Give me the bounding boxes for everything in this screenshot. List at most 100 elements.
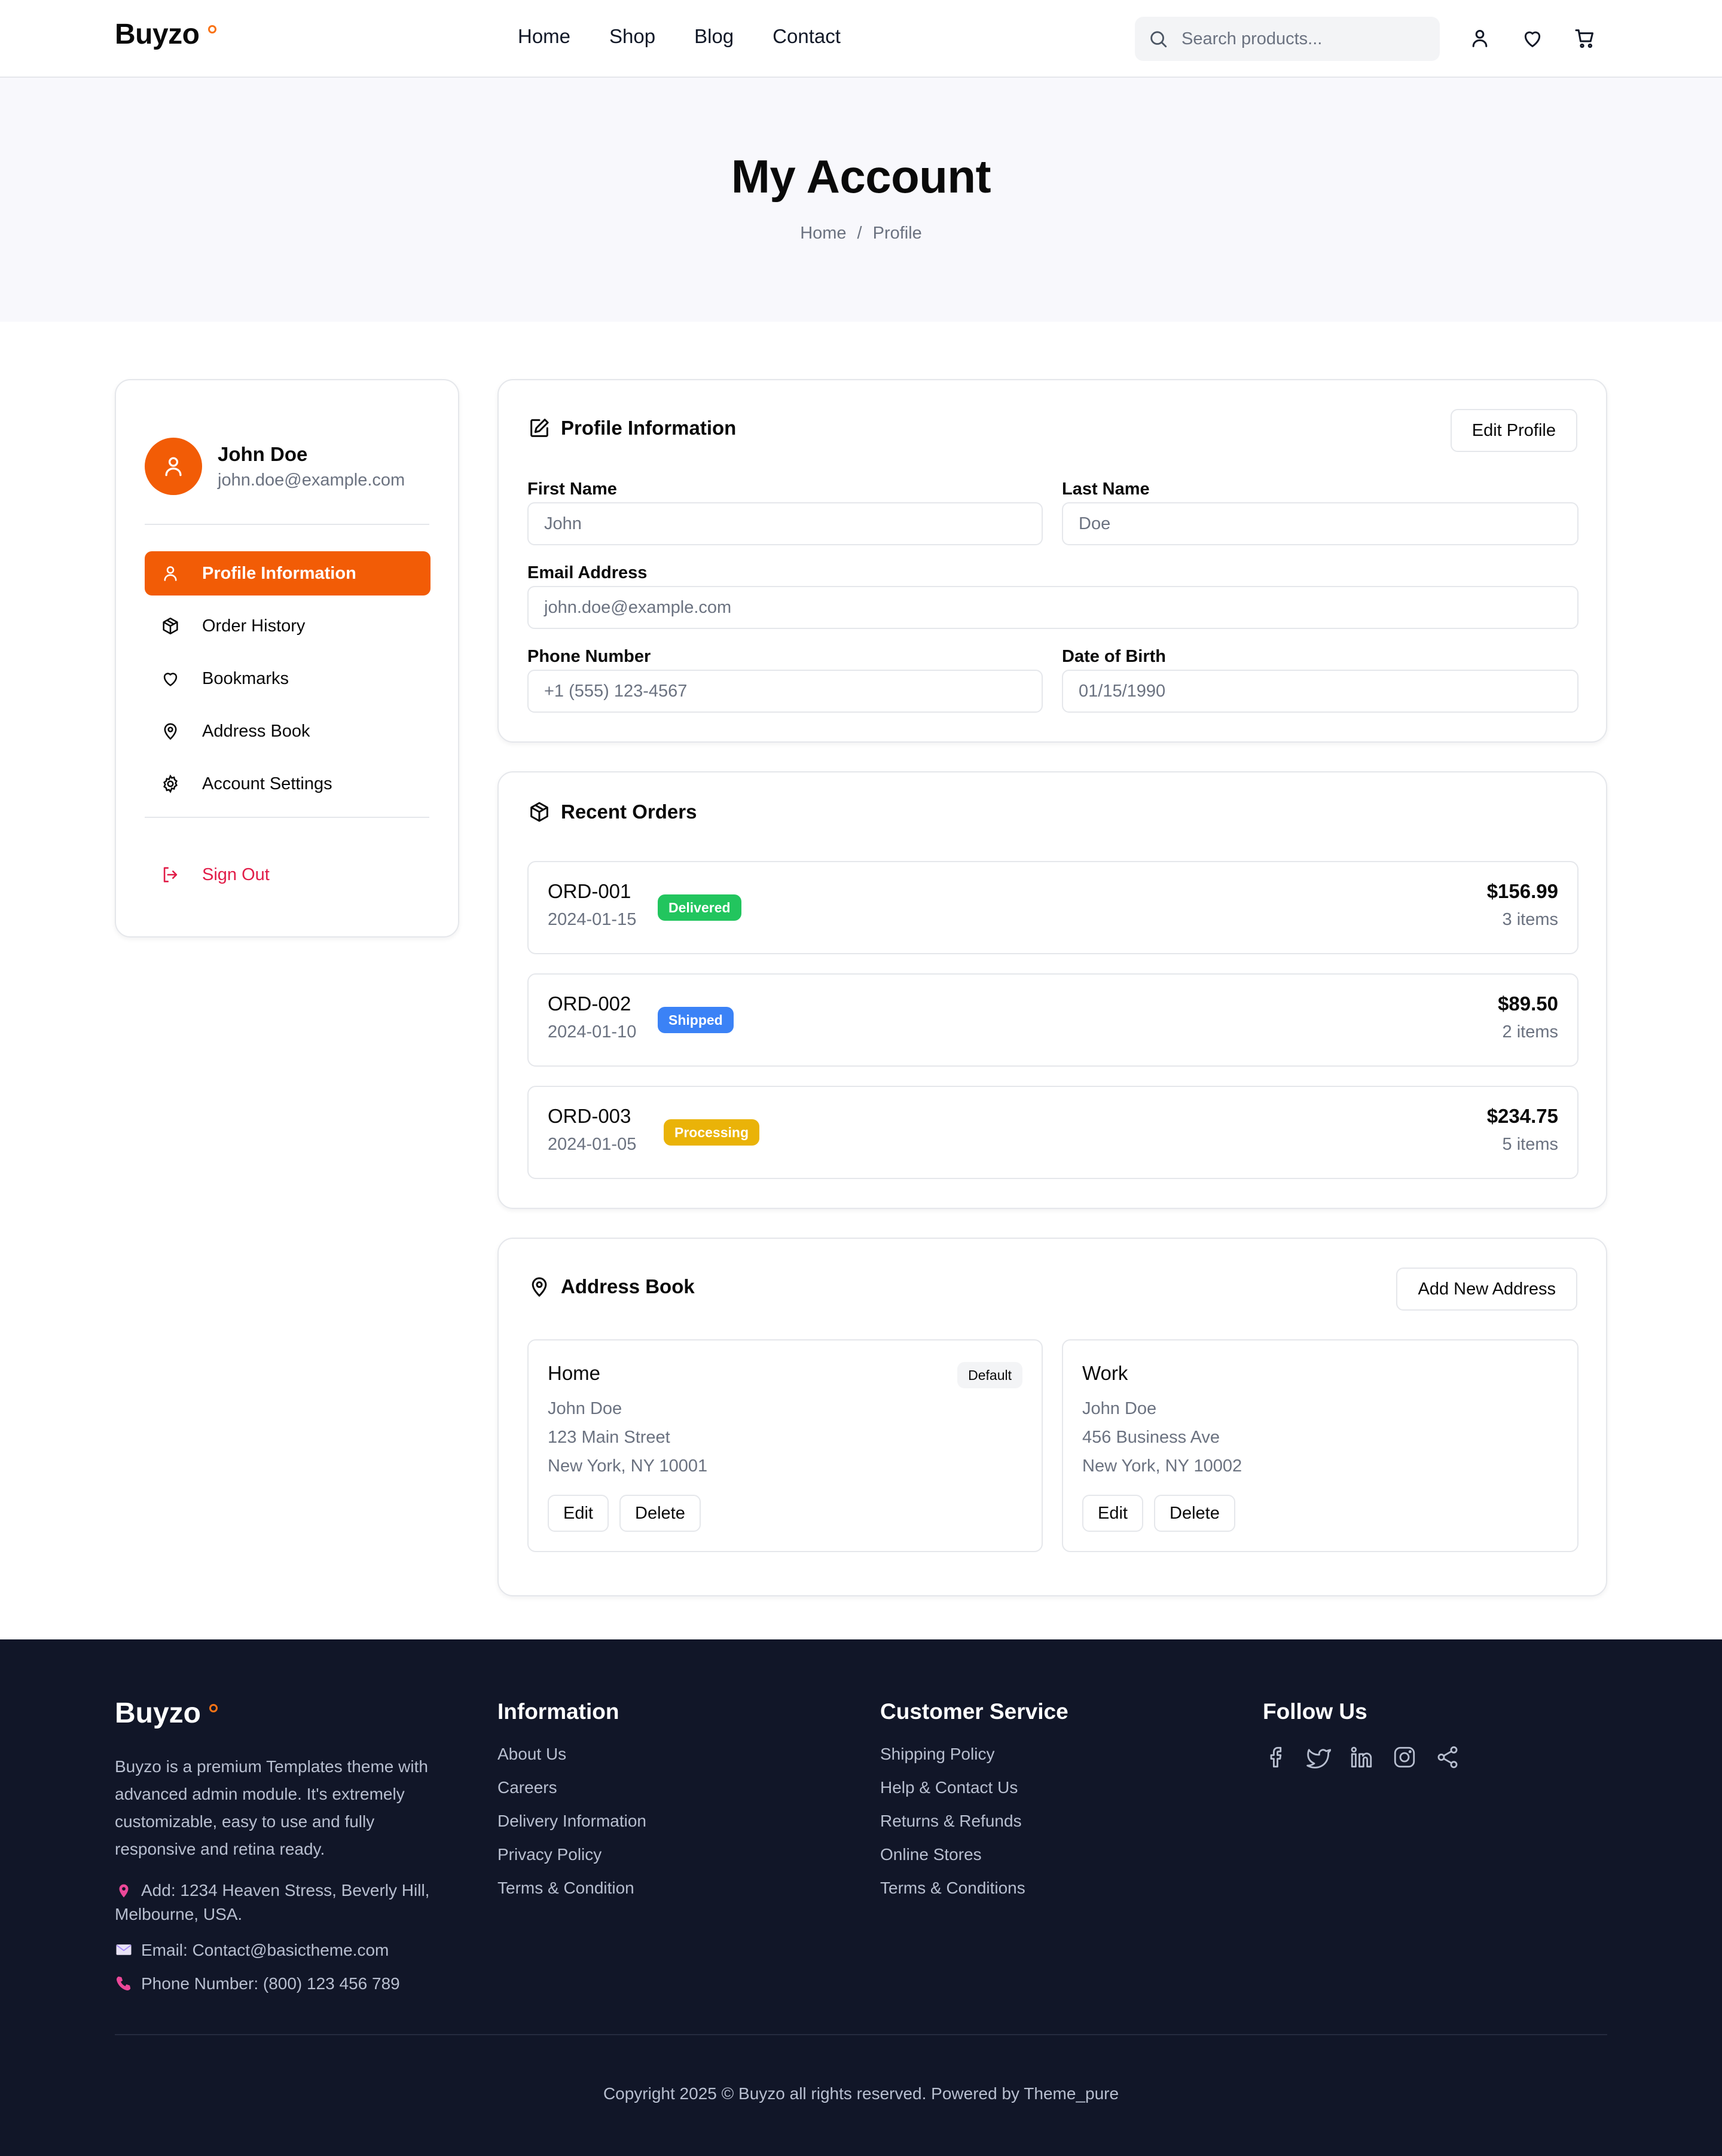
footer-phone[interactable]: Phone Number: (800) 123 456 789: [115, 1972, 450, 1996]
footer-link-shipping[interactable]: Shipping Policy: [880, 1745, 1068, 1764]
nav-blog[interactable]: Blog: [694, 25, 734, 48]
logo-dot-icon: [209, 1704, 218, 1712]
search-input[interactable]: [1180, 28, 1431, 50]
sidebar-item-address-book[interactable]: Address Book: [145, 709, 430, 753]
footer-link-privacy[interactable]: Privacy Policy: [497, 1845, 646, 1864]
footer-link-stores[interactable]: Online Stores: [880, 1845, 1068, 1864]
footer-link-about[interactable]: About Us: [497, 1745, 646, 1764]
footer-brand-name: Buyzo: [115, 1697, 201, 1729]
nav-contact[interactable]: Contact: [773, 25, 841, 48]
delete-address-button[interactable]: Delete: [1154, 1495, 1235, 1532]
order-id: ORD-001: [548, 880, 631, 902]
footer-phone-text: Phone Number: (800) 123 456 789: [141, 1974, 400, 1993]
footer-address: Add: 1234 Heaven Stress, Beverly Hill, M…: [115, 1879, 450, 1926]
email-label: Email Address: [527, 563, 648, 582]
status-badge: Shipped: [658, 1007, 734, 1033]
address-name: Work: [1082, 1362, 1128, 1384]
linkedin-icon[interactable]: [1349, 1745, 1374, 1770]
sidebar-item-label: Bookmarks: [202, 668, 289, 688]
order-id: ORD-002: [548, 993, 631, 1015]
order-row[interactable]: ORD-003 2024-01-05 Processing $234.75 5 …: [527, 1086, 1578, 1179]
edit-address-button[interactable]: Edit: [1082, 1495, 1143, 1532]
sign-out-icon: [160, 865, 181, 885]
sidebar-divider: [145, 817, 429, 818]
user-name: John Doe: [218, 442, 308, 465]
package-icon: [160, 616, 181, 636]
twitter-icon[interactable]: [1306, 1745, 1331, 1770]
orders-card-title: Recent Orders: [527, 800, 697, 824]
footer-column-title: Information: [497, 1699, 619, 1724]
footer-logo[interactable]: Buyzo: [115, 1697, 218, 1730]
order-total: $156.99: [1486, 880, 1558, 902]
order-id: ORD-003: [548, 1105, 631, 1127]
add-address-button[interactable]: Add New Address: [1396, 1268, 1577, 1311]
dob-label: Date of Birth: [1062, 647, 1166, 666]
cart-icon[interactable]: [1573, 26, 1597, 50]
brand-logo[interactable]: Buyzo: [115, 18, 216, 51]
address-city: New York, NY 10002: [1082, 1456, 1242, 1476]
user-icon: [160, 563, 181, 584]
footer-description: Buyzo is a premium Templates theme with …: [115, 1757, 428, 1858]
order-date: 2024-01-15: [548, 910, 637, 929]
heart-icon[interactable]: [1521, 26, 1544, 50]
footer-column-customer-service: Customer Service Shipping Policy Help & …: [880, 1699, 1068, 1912]
order-item-count: 2 items: [1502, 1022, 1558, 1042]
nav-shop[interactable]: Shop: [609, 25, 655, 48]
pin-icon: [115, 1881, 133, 1899]
email-field[interactable]: john.doe@example.com: [527, 586, 1578, 629]
default-badge: Default: [957, 1362, 1022, 1388]
sidebar-item-settings[interactable]: Account Settings: [145, 762, 430, 806]
account-main: John Doe john.doe@example.com Profile In…: [0, 322, 1722, 1639]
user-icon[interactable]: [1468, 26, 1492, 50]
site-footer: Buyzo Buyzo is a premium Templates theme…: [0, 1639, 1722, 2156]
footer-column-information: Information About Us Careers Delivery In…: [497, 1699, 646, 1912]
sidebar-item-label: Account Settings: [202, 774, 332, 793]
order-row[interactable]: ORD-002 2024-01-10 Shipped $89.50 2 item…: [527, 973, 1578, 1067]
sidebar-item-bookmarks[interactable]: Bookmarks: [145, 656, 430, 701]
brand-name: Buyzo: [115, 19, 200, 50]
footer-link-returns[interactable]: Returns & Refunds: [880, 1812, 1068, 1831]
footer-link-careers[interactable]: Careers: [497, 1778, 646, 1797]
breadcrumb-home[interactable]: Home: [800, 224, 846, 243]
edit-address-button[interactable]: Edit: [548, 1495, 609, 1532]
last-name-field[interactable]: Doe: [1062, 502, 1578, 545]
nav-home[interactable]: Home: [518, 25, 570, 48]
profile-card-title: Profile Information: [527, 416, 736, 440]
main-nav: Home Shop Blog Contact: [518, 25, 880, 48]
copyright: Copyright 2025 © Buyzo all rights reserv…: [603, 2084, 1119, 2103]
sign-out-button[interactable]: Sign Out: [145, 853, 430, 897]
social-links: [1263, 1745, 1478, 1770]
address-city: New York, NY 10001: [548, 1456, 708, 1476]
sidebar-item-orders[interactable]: Order History: [145, 604, 430, 648]
footer-link-terms-conditions[interactable]: Terms & Conditions: [880, 1879, 1068, 1898]
footer-address-text: Add: 1234 Heaven Stress, Beverly Hill, M…: [115, 1881, 430, 1923]
footer-link-terms[interactable]: Terms & Condition: [497, 1879, 646, 1898]
first-name-field[interactable]: John: [527, 502, 1043, 545]
profile-card: Profile Information Edit Profile First N…: [497, 379, 1607, 743]
order-row[interactable]: ORD-001 2024-01-15 Delivered $156.99 3 i…: [527, 861, 1578, 954]
phone-icon: [115, 1974, 133, 1992]
map-pin-icon: [527, 1275, 551, 1299]
address-card-title: Address Book: [527, 1275, 695, 1299]
search-icon: [1148, 29, 1168, 49]
dob-field[interactable]: 01/15/1990: [1062, 670, 1578, 713]
edit-profile-button[interactable]: Edit Profile: [1450, 409, 1577, 452]
phone-field[interactable]: +1 (555) 123-4567: [527, 670, 1043, 713]
order-date: 2024-01-10: [548, 1022, 637, 1042]
footer-email[interactable]: Email: Contact@basictheme.com: [115, 1938, 450, 1962]
logo-dot-icon: [207, 25, 216, 33]
footer-column-follow: Follow Us: [1263, 1699, 1478, 1770]
footer-link-delivery[interactable]: Delivery Information: [497, 1812, 646, 1831]
footer-link-help[interactable]: Help & Contact Us: [880, 1778, 1068, 1797]
address-street: 456 Business Ave: [1082, 1428, 1220, 1447]
footer-divider: [115, 2034, 1607, 2035]
order-date: 2024-01-05: [548, 1135, 637, 1154]
status-badge: Processing: [664, 1119, 759, 1146]
instagram-icon[interactable]: [1392, 1745, 1417, 1770]
phone-label: Phone Number: [527, 647, 651, 666]
delete-address-button[interactable]: Delete: [619, 1495, 701, 1532]
sidebar-item-profile[interactable]: Profile Information: [145, 551, 430, 596]
profile-title-text: Profile Information: [561, 417, 737, 439]
share-icon[interactable]: [1435, 1745, 1460, 1770]
facebook-icon[interactable]: [1263, 1745, 1288, 1770]
